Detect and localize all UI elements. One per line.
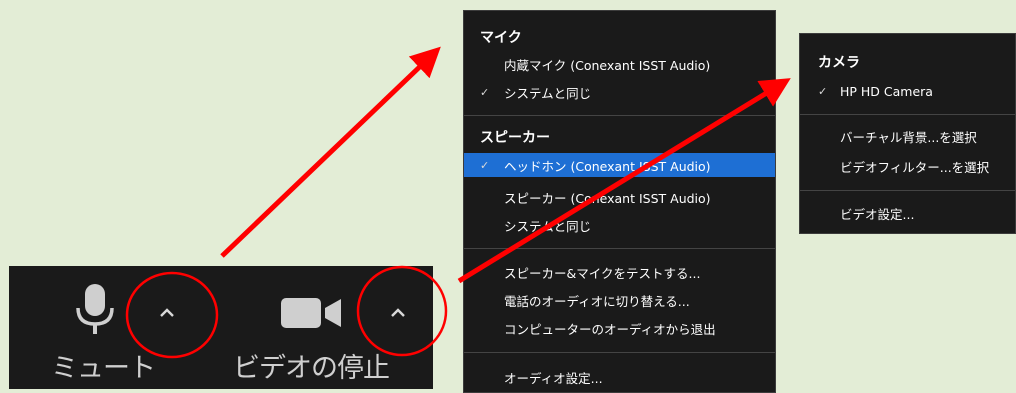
menu-item-speaker-builtin[interactable]: スピーカー (Conexant ISST Audio) <box>464 185 775 209</box>
camera-section-header: カメラ <box>818 55 860 71</box>
menu-item-label: バーチャル背景...を選択 <box>840 129 977 145</box>
audio-options-menu: マイク 内蔵マイク (Conexant ISST Audio) ✓ システムと同… <box>463 10 776 393</box>
menu-item-label: システムと同じ <box>504 85 592 101</box>
menu-item-label: ビデオフィルター...を選択 <box>840 159 990 175</box>
menu-item-video-filter[interactable]: ビデオフィルター...を選択 <box>800 154 1015 178</box>
video-options-menu: カメラ ✓ HP HD Camera バーチャル背景...を選択 ビデオフィルタ… <box>799 33 1016 234</box>
menu-item-label: HP HD Camera <box>840 83 933 99</box>
menu-item-video-settings[interactable]: ビデオ設定... <box>800 201 1015 225</box>
meeting-toolbar: ミュート ビデオの停止 <box>9 266 433 389</box>
menu-item-speaker-headphones[interactable]: ✓ ヘッドホン (Conexant ISST Audio) <box>464 153 775 177</box>
menu-item-label: オーディオ設定... <box>504 370 603 386</box>
arrow-to-audio-menu <box>220 46 441 258</box>
menu-item-virtual-background[interactable]: バーチャル背景...を選択 <box>800 124 1015 148</box>
video-camera-icon <box>281 298 341 328</box>
microphone-section-header: マイク <box>480 30 522 46</box>
menu-divider <box>800 114 1015 115</box>
menu-item-label: システムと同じ <box>504 218 592 234</box>
mute-label: ミュート <box>51 353 156 384</box>
menu-item-label: コンピューターのオーディオから退出 <box>504 321 716 337</box>
menu-item-label: スピーカー&マイクをテストする... <box>504 265 701 281</box>
checkmark-icon: ✓ <box>480 158 490 172</box>
menu-item-audio-settings[interactable]: オーディオ設定... <box>464 365 775 389</box>
menu-item-test-audio[interactable]: スピーカー&マイクをテストする... <box>464 260 775 284</box>
menu-divider <box>464 248 775 249</box>
menu-item-leave-computer-audio[interactable]: コンピューターのオーディオから退出 <box>464 316 775 340</box>
audio-options-caret[interactable] <box>152 296 182 326</box>
menu-item-mic-builtin[interactable]: 内蔵マイク (Conexant ISST Audio) <box>464 52 775 76</box>
speaker-section-header: スピーカー <box>480 130 550 146</box>
menu-item-label: 電話のオーディオに切り替える... <box>504 293 690 309</box>
menu-item-mic-system[interactable]: ✓ システムと同じ <box>464 80 775 104</box>
menu-divider <box>800 190 1015 191</box>
menu-item-label: ヘッドホン (Conexant ISST Audio) <box>504 158 711 174</box>
menu-item-label: スピーカー (Conexant ISST Audio) <box>504 190 711 206</box>
menu-item-camera-hp[interactable]: ✓ HP HD Camera <box>800 79 1015 103</box>
stop-video-button[interactable]: ビデオの停止 <box>229 276 390 386</box>
stop-video-label: ビデオの停止 <box>233 353 390 384</box>
checkmark-icon: ✓ <box>480 85 490 99</box>
chevron-up-icon <box>160 308 174 317</box>
microphone-icon <box>76 284 114 334</box>
checkmark-icon: ✓ <box>818 84 828 98</box>
menu-item-label: ビデオ設定... <box>840 206 915 222</box>
menu-divider <box>464 115 775 116</box>
video-options-caret[interactable] <box>383 296 413 326</box>
mute-button[interactable]: ミュート <box>39 276 156 386</box>
menu-item-label: 内蔵マイク (Conexant ISST Audio) <box>504 57 711 73</box>
menu-item-speaker-system[interactable]: システムと同じ <box>464 213 775 237</box>
chevron-up-icon <box>391 308 405 317</box>
menu-divider <box>464 352 775 353</box>
menu-item-switch-phone-audio[interactable]: 電話のオーディオに切り替える... <box>464 288 775 312</box>
